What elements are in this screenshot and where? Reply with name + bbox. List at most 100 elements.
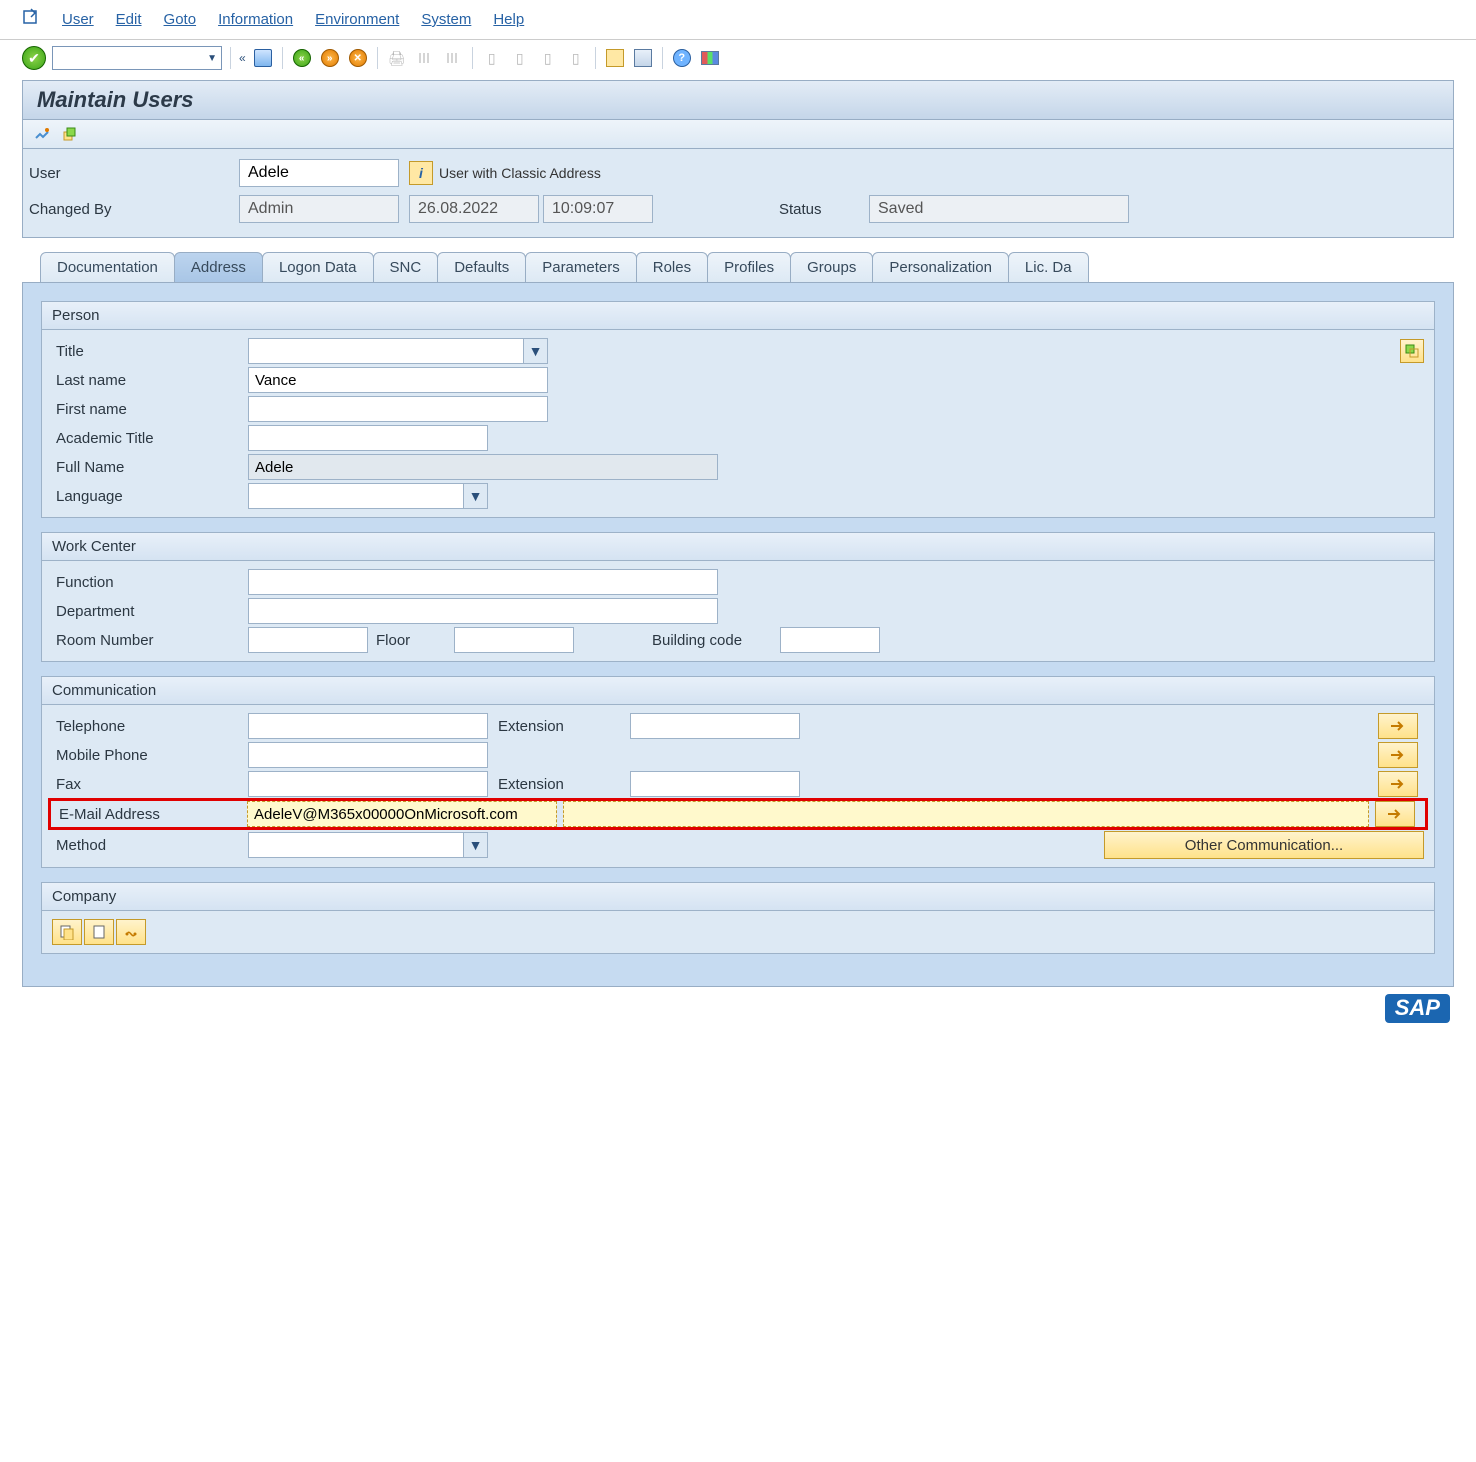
building-label: Building code xyxy=(652,632,772,649)
tab-parameters[interactable]: Parameters xyxy=(525,252,637,282)
title-dropdown-button[interactable]: ▼ xyxy=(524,338,548,364)
find-next-button xyxy=(442,47,464,69)
menu-goto[interactable]: Goto xyxy=(164,11,197,28)
company-copy-button[interactable] xyxy=(52,919,82,945)
workcenter-group: Work Center Function Department Room Num… xyxy=(41,532,1435,662)
tab-groups[interactable]: Groups xyxy=(790,252,873,282)
company-assign-button[interactable] xyxy=(116,919,146,945)
menu-help[interactable]: Help xyxy=(493,11,524,28)
tab-lic-data[interactable]: Lic. Da xyxy=(1008,252,1089,282)
other-communication-button[interactable]: Other Communication... xyxy=(1104,831,1424,859)
status-field xyxy=(869,195,1129,223)
changed-date-field xyxy=(409,195,539,223)
tool-icon-1[interactable] xyxy=(33,124,53,144)
lastname-label: Last name xyxy=(52,372,242,389)
mobile-field[interactable] xyxy=(248,742,488,768)
title-dropdown[interactable] xyxy=(248,338,524,364)
command-field[interactable]: ▼ xyxy=(52,46,222,70)
back-double-icon[interactable]: « xyxy=(239,51,246,65)
tab-snc[interactable]: SNC xyxy=(373,252,439,282)
new-session-button[interactable] xyxy=(604,47,626,69)
separator xyxy=(282,47,283,69)
main-toolbar: ✔ ▼ « « » ✕ 🖨 ▯ ▯ ▯ ▯ ? xyxy=(0,40,1476,76)
telephone-field[interactable] xyxy=(248,713,488,739)
telephone-label: Telephone xyxy=(52,718,242,735)
expand-person-icon[interactable] xyxy=(1400,339,1424,363)
language-dropdown-button[interactable]: ▼ xyxy=(464,483,488,509)
tab-logon-data[interactable]: Logon Data xyxy=(262,252,374,282)
tool-icon-2[interactable] xyxy=(59,124,79,144)
language-dropdown[interactable] xyxy=(248,483,464,509)
page-title: Maintain Users xyxy=(37,87,1439,113)
email-more-button[interactable] xyxy=(1375,801,1415,827)
floor-field[interactable] xyxy=(454,627,574,653)
layout-button[interactable] xyxy=(632,47,654,69)
floor-label: Floor xyxy=(376,632,446,649)
person-group: Person Title ▼ Last name First name Acad… xyxy=(41,301,1435,518)
method-dropdown[interactable] xyxy=(248,832,464,858)
tab-personalization[interactable]: Personalization xyxy=(872,252,1009,282)
tab-address[interactable]: Address xyxy=(174,252,263,282)
menubar: User Edit Goto Information Environment S… xyxy=(0,0,1476,40)
fax-field[interactable] xyxy=(248,771,488,797)
changed-by-label: Changed By xyxy=(29,201,229,218)
method-label: Method xyxy=(52,837,242,854)
separator xyxy=(377,47,378,69)
changed-time-field xyxy=(543,195,653,223)
fullname-field xyxy=(248,454,718,480)
customize-button[interactable] xyxy=(699,47,721,69)
fax-more-button[interactable] xyxy=(1378,771,1418,797)
help-button[interactable]: ? xyxy=(671,47,693,69)
title-bar: Maintain Users xyxy=(22,80,1454,120)
department-field[interactable] xyxy=(248,598,718,624)
menu-system[interactable]: System xyxy=(421,11,471,28)
menu-information[interactable]: Information xyxy=(218,11,293,28)
academic-title-label: Academic Title xyxy=(52,430,242,447)
menu-edit[interactable]: Edit xyxy=(116,11,142,28)
company-group-title: Company xyxy=(52,888,116,905)
save-button[interactable] xyxy=(252,47,274,69)
tel-extension-label: Extension xyxy=(494,718,624,735)
method-dropdown-button[interactable]: ▼ xyxy=(464,832,488,858)
footer: SAP xyxy=(0,987,1476,1039)
menu-user[interactable]: User xyxy=(62,11,94,28)
email-highlight-box: E-Mail Address xyxy=(48,798,1428,830)
info-icon[interactable]: i xyxy=(409,161,433,185)
first-page-button: ▯ xyxy=(481,47,503,69)
user-field[interactable] xyxy=(239,159,399,187)
separator xyxy=(472,47,473,69)
person-group-title: Person xyxy=(52,307,100,324)
academic-title-field[interactable] xyxy=(248,425,488,451)
room-field[interactable] xyxy=(248,627,368,653)
mobile-label: Mobile Phone xyxy=(52,747,242,764)
tab-defaults[interactable]: Defaults xyxy=(437,252,526,282)
communication-group: Communication Telephone Extension Mobile… xyxy=(41,676,1435,868)
menu-environment[interactable]: Environment xyxy=(315,11,399,28)
user-label: User xyxy=(29,165,229,182)
tab-profiles[interactable]: Profiles xyxy=(707,252,791,282)
cancel-button[interactable]: ✕ xyxy=(347,47,369,69)
telephone-more-button[interactable] xyxy=(1378,713,1418,739)
email-field[interactable] xyxy=(247,801,557,827)
mobile-more-button[interactable] xyxy=(1378,742,1418,768)
fax-extension-label: Extension xyxy=(494,776,624,793)
sap-logo: SAP xyxy=(1385,994,1450,1023)
tab-roles[interactable]: Roles xyxy=(636,252,708,282)
email-overflow-area xyxy=(563,801,1369,827)
fax-extension-field[interactable] xyxy=(630,771,800,797)
user-address-mode: User with Classic Address xyxy=(439,165,601,181)
communication-group-title: Communication xyxy=(52,682,156,699)
exit-button[interactable]: » xyxy=(319,47,341,69)
building-field[interactable] xyxy=(780,627,880,653)
firstname-field[interactable] xyxy=(248,396,548,422)
tab-documentation[interactable]: Documentation xyxy=(40,252,175,282)
enter-button[interactable]: ✔ xyxy=(22,46,46,70)
function-field[interactable] xyxy=(248,569,718,595)
print-button: 🖨 xyxy=(386,47,408,69)
find-button xyxy=(414,47,436,69)
company-create-button[interactable] xyxy=(84,919,114,945)
tel-extension-field[interactable] xyxy=(630,713,800,739)
room-label: Room Number xyxy=(52,632,242,649)
back-button[interactable]: « xyxy=(291,47,313,69)
lastname-field[interactable] xyxy=(248,367,548,393)
